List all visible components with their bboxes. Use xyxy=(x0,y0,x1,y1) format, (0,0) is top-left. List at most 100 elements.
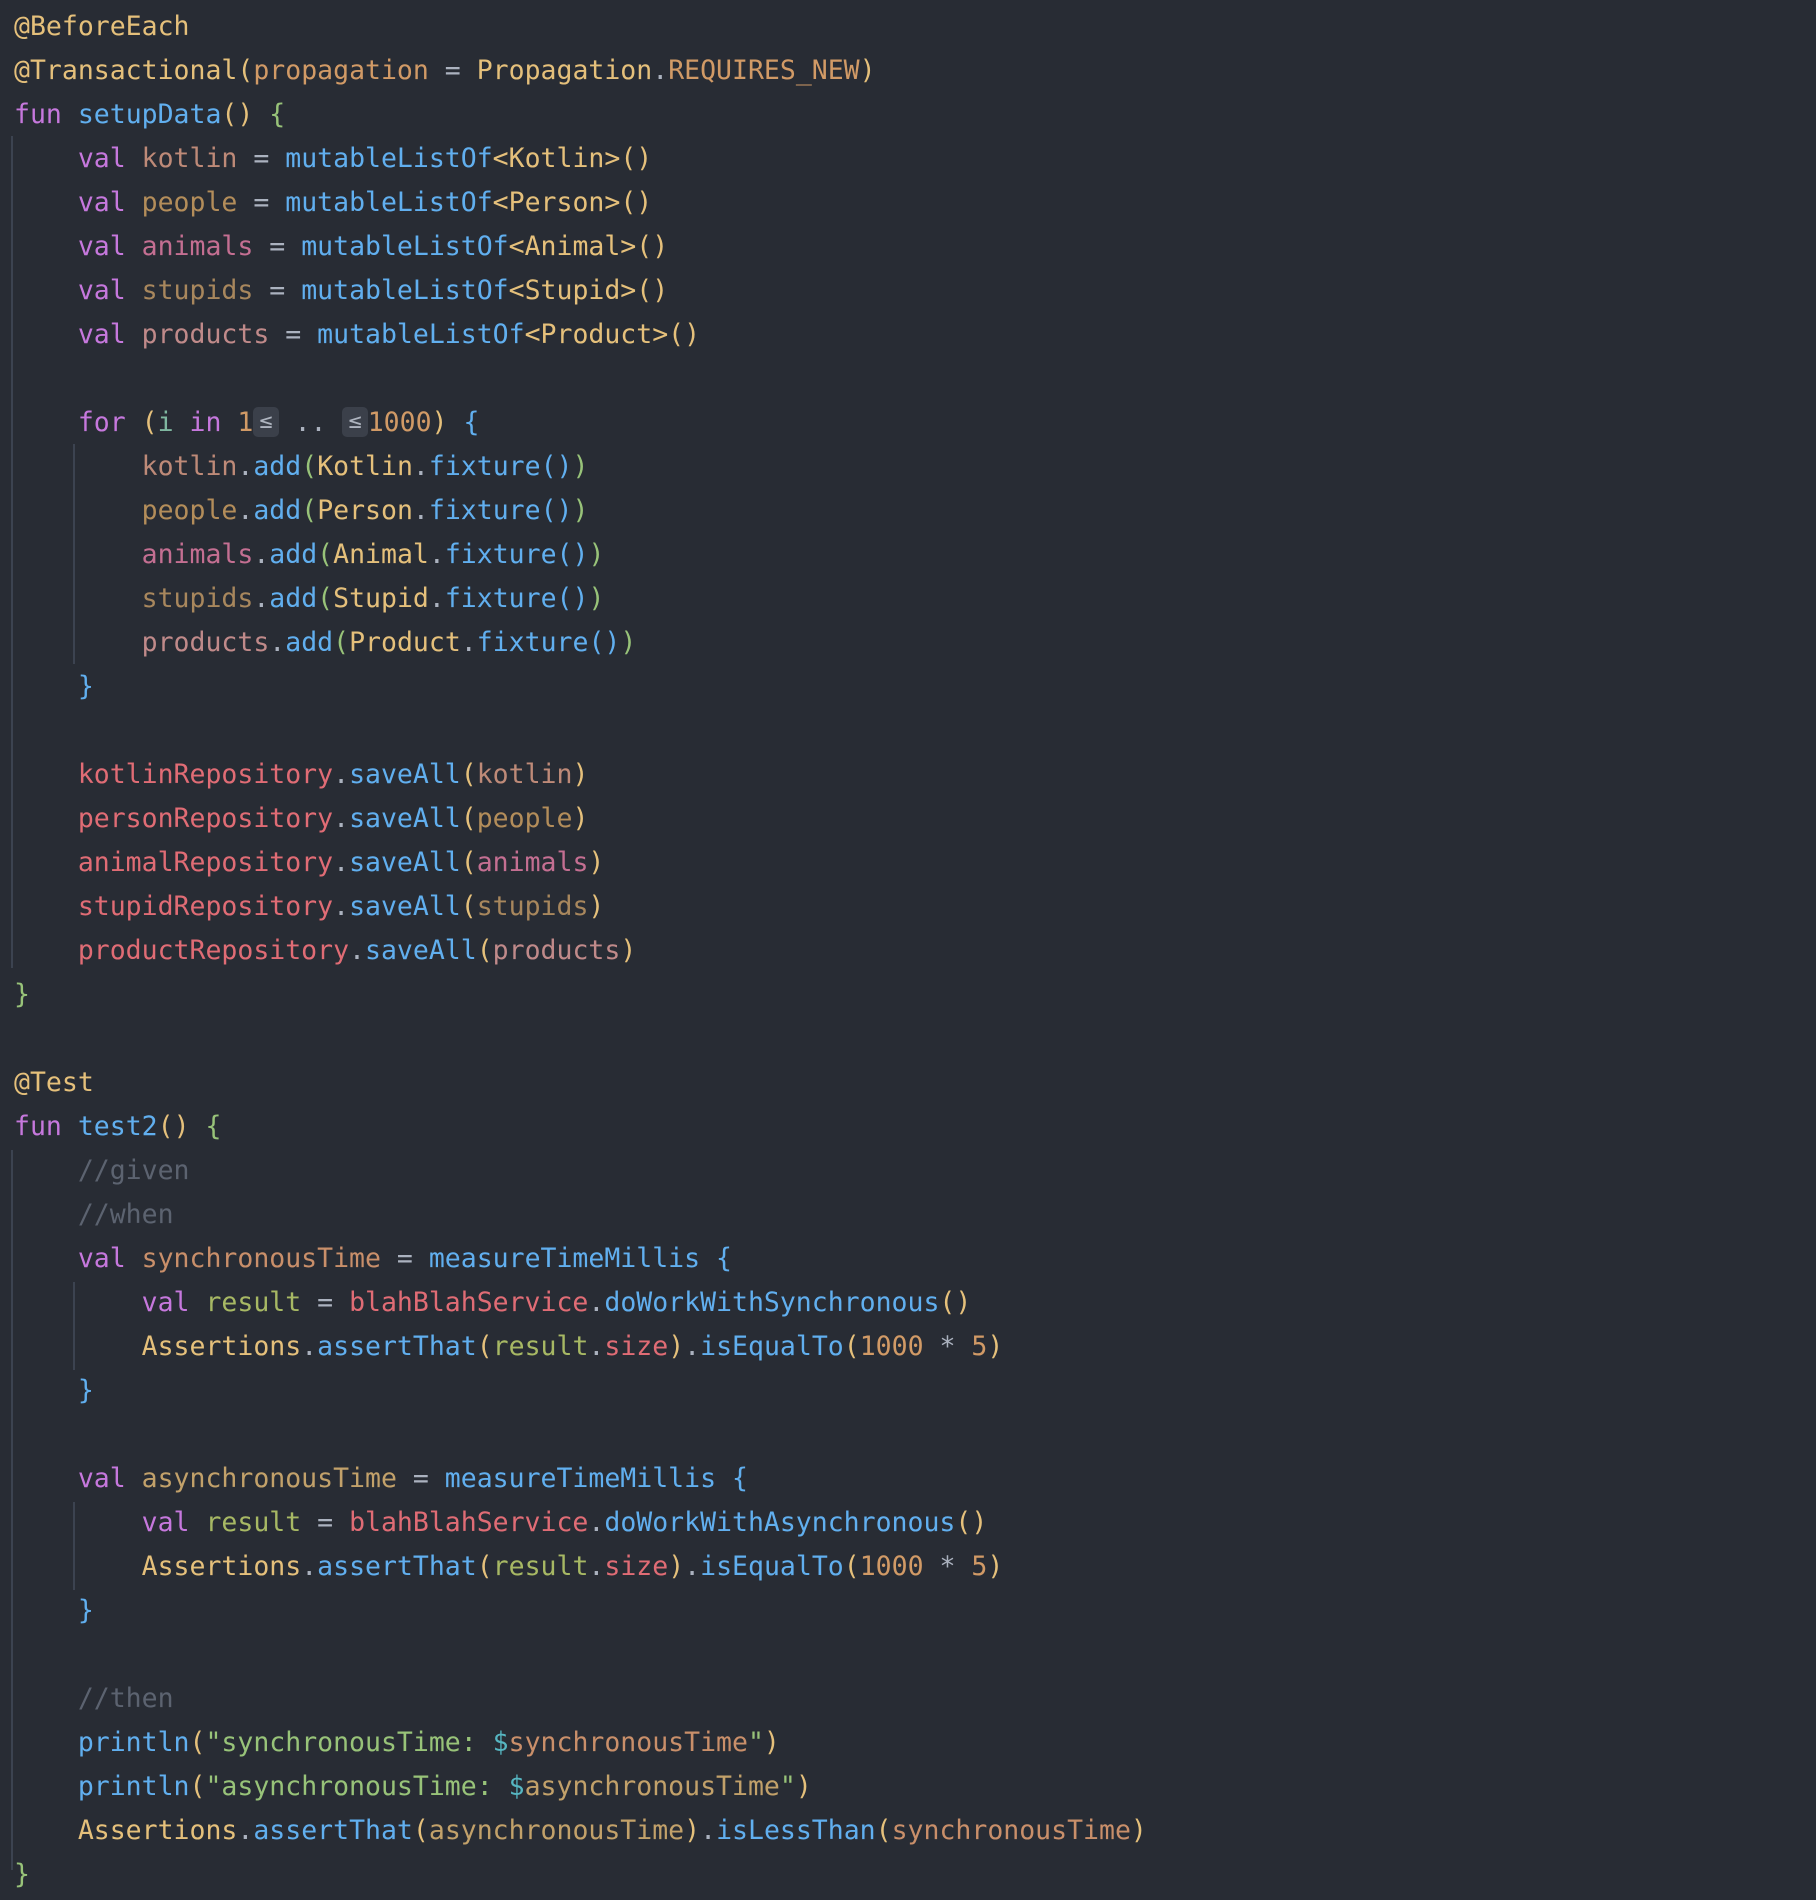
code-token: . xyxy=(460,627,477,658)
code-token: ) xyxy=(795,1771,812,1802)
code-line[interactable]: productRepository.saveAll(products) xyxy=(14,929,636,973)
code-line[interactable]: fun test2() { xyxy=(14,1105,221,1149)
code-line[interactable]: @Test xyxy=(14,1061,94,1105)
code-token: kotlin xyxy=(476,759,573,790)
code-token: measureTimeMillis xyxy=(444,1463,717,1494)
code-line[interactable]: stupids.add(Stupid.fixture()) xyxy=(14,577,605,621)
code-token: "asynchronousTime: xyxy=(205,1771,509,1802)
code-line[interactable]: val result = blahBlahService.doWorkWithS… xyxy=(14,1281,972,1325)
code-token: = xyxy=(301,1287,350,1318)
code-token: ) xyxy=(987,1331,1004,1362)
code-line[interactable]: //then xyxy=(14,1677,174,1721)
code-line[interactable]: val synchronousTime = measureTimeMillis … xyxy=(14,1237,732,1281)
code-line[interactable]: @BeforeEach xyxy=(14,5,190,49)
code-token: . xyxy=(237,495,254,526)
code-token: . xyxy=(349,935,366,966)
code-token: @BeforeEach xyxy=(14,11,190,42)
code-token: fixture xyxy=(428,451,541,482)
code-line[interactable]: val kotlin = mutableListOf<Kotlin>() xyxy=(14,137,652,181)
code-token: add xyxy=(285,627,334,658)
code-token: = xyxy=(396,1463,445,1494)
code-token: add xyxy=(269,539,318,570)
code-line[interactable]: fun setupData() { xyxy=(14,93,285,137)
code-token: ) xyxy=(572,495,589,526)
code-token: 1 xyxy=(237,407,254,438)
code-token: REQUIRES_NEW xyxy=(668,55,860,86)
code-token: saveAll xyxy=(349,891,461,922)
code-editor[interactable]: @BeforeEach @Transactional(propagation = … xyxy=(0,0,1816,1900)
code-line[interactable]: for (i in 1 ≤ .. ≤1000) { xyxy=(14,401,479,445)
code-line[interactable]: animalRepository.saveAll(animals) xyxy=(14,841,605,885)
code-line[interactable]: personRepository.saveAll(people) xyxy=(14,797,589,841)
code-line[interactable]: stupidRepository.saveAll(stupids) xyxy=(14,885,605,929)
code-token: () xyxy=(939,1287,972,1318)
code-token: { xyxy=(253,99,286,130)
code-token: Assertions xyxy=(14,1551,302,1582)
code-line[interactable]: println("synchronousTime: $synchronousTi… xyxy=(14,1721,780,1765)
code-line[interactable]: val result = blahBlahService.doWorkWithA… xyxy=(14,1501,988,1545)
code-token: val xyxy=(14,319,142,350)
code-token: ( xyxy=(333,627,350,658)
code-token: people xyxy=(14,495,238,526)
code-token: saveAll xyxy=(349,759,461,790)
code-token: . xyxy=(333,759,350,790)
code-token: ) xyxy=(620,935,637,966)
code-token: animals xyxy=(141,231,254,262)
code-line[interactable]: animals.add(Animal.fixture()) xyxy=(14,533,605,577)
code-token: products xyxy=(141,319,270,350)
code-line[interactable]: } xyxy=(14,1589,94,1633)
code-token: kotlinRepository xyxy=(14,759,334,790)
code-line[interactable]: val stupids = mutableListOf<Stupid>() xyxy=(14,269,668,313)
code-token: . xyxy=(412,495,429,526)
code-token: ( xyxy=(843,1551,860,1582)
code-token: ) xyxy=(668,1331,685,1362)
code-token: Assertions xyxy=(14,1815,238,1846)
code-line[interactable]: } xyxy=(14,665,94,709)
code-line[interactable]: } xyxy=(14,1853,30,1897)
code-line[interactable]: val animals = mutableListOf<Animal>() xyxy=(14,225,668,269)
code-token: people xyxy=(141,187,238,218)
code-token: stupids xyxy=(141,275,254,306)
code-token: = xyxy=(269,319,318,350)
code-token: . xyxy=(588,1287,605,1318)
code-token: () xyxy=(636,231,669,262)
code-token: ( xyxy=(476,1551,493,1582)
code-token: () xyxy=(556,583,589,614)
code-token: ) xyxy=(668,1551,685,1582)
code-token: ) xyxy=(859,55,876,86)
code-line[interactable]: Assertions.assertThat(result.size).isEqu… xyxy=(14,1545,1004,1589)
code-token: . xyxy=(269,627,286,658)
code-token: val xyxy=(14,231,142,262)
code-token: stupidRepository xyxy=(14,891,334,922)
code-token: 1000 xyxy=(367,407,432,438)
code-token: { xyxy=(716,1463,748,1494)
code-token: ) xyxy=(572,451,589,482)
code-line[interactable]: Assertions.assertThat(result.size).isEqu… xyxy=(14,1325,1004,1369)
code-line[interactable]: products.add(Product.fixture()) xyxy=(14,621,637,665)
code-token: in xyxy=(173,407,238,438)
code-line[interactable]: println("asynchronousTime: $asynchronous… xyxy=(14,1765,812,1809)
code-line[interactable]: //when xyxy=(14,1193,174,1237)
code-line[interactable]: } xyxy=(14,1369,94,1413)
code-line[interactable]: val products = mutableListOf<Product>() xyxy=(14,313,700,357)
code-token: synchronousTime xyxy=(891,1815,1131,1846)
code-line[interactable]: kotlinRepository.saveAll(kotlin) xyxy=(14,753,589,797)
code-token: . xyxy=(700,1815,717,1846)
code-token: ) xyxy=(1130,1815,1147,1846)
code-line[interactable]: kotlin.add(Kotlin.fixture()) xyxy=(14,445,589,489)
code-line[interactable]: } xyxy=(14,973,30,1017)
code-token: Kotlin xyxy=(317,451,413,482)
code-token: " xyxy=(747,1727,764,1758)
code-line[interactable]: @Transactional(propagation = Propagation… xyxy=(14,49,876,93)
code-line[interactable]: //given xyxy=(14,1149,190,1193)
code-token: * xyxy=(923,1551,972,1582)
code-token: fixture xyxy=(428,495,541,526)
code-token: { xyxy=(447,407,480,438)
code-line[interactable]: val people = mutableListOf<Person>() xyxy=(14,181,652,225)
code-line[interactable]: Assertions.assertThat(asynchronousTime).… xyxy=(14,1809,1147,1853)
code-token: asynchronousTime xyxy=(428,1815,685,1846)
code-line[interactable]: people.add(Person.fixture()) xyxy=(14,489,589,533)
code-token: synchronousTime xyxy=(141,1243,381,1274)
code-line[interactable]: val asynchronousTime = measureTimeMillis… xyxy=(14,1457,748,1501)
code-token: doWorkWithAsynchronous xyxy=(604,1507,956,1538)
